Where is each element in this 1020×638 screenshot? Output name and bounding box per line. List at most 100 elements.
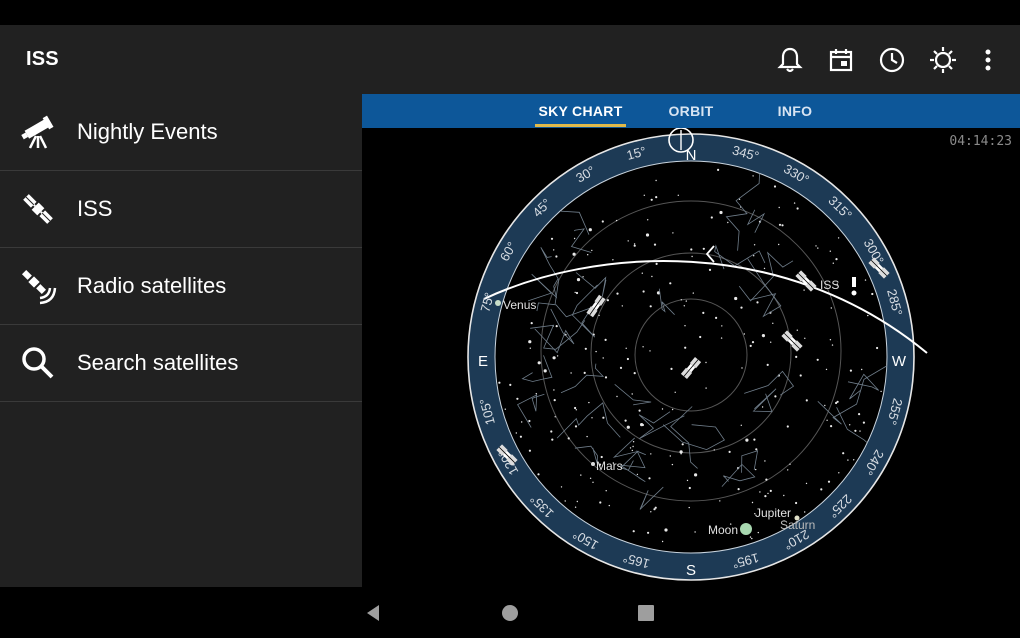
star [671, 463, 674, 466]
tab-sky-chart[interactable]: SKY CHART [535, 103, 626, 127]
star [583, 371, 586, 374]
star [574, 406, 577, 410]
star [550, 430, 553, 433]
nav-item-radio-satellites[interactable]: Radio satellites [0, 248, 362, 325]
star [804, 511, 806, 513]
star [849, 369, 852, 372]
star [638, 409, 641, 412]
star [824, 404, 826, 407]
telescope-icon [18, 112, 58, 152]
star [684, 325, 686, 327]
star [575, 291, 579, 295]
iss-label: ISS [820, 278, 839, 292]
star [589, 477, 592, 479]
star [683, 305, 685, 307]
compass-e: E [478, 353, 488, 370]
star [796, 207, 799, 210]
star [599, 501, 602, 504]
star [854, 429, 857, 432]
star [575, 409, 577, 411]
star [829, 339, 832, 341]
star [769, 489, 772, 492]
home-icon[interactable] [499, 602, 521, 624]
star [537, 473, 540, 476]
star [588, 228, 592, 232]
star [862, 421, 865, 424]
star [686, 479, 689, 482]
star [751, 537, 753, 540]
star [803, 289, 805, 291]
star [787, 469, 789, 471]
star [608, 504, 610, 507]
nav-label: ISS [77, 196, 113, 221]
star [829, 250, 831, 252]
star [576, 278, 581, 282]
star [858, 413, 861, 416]
star [864, 279, 867, 281]
back-icon[interactable] [362, 602, 384, 624]
tab-orbit[interactable]: ORBIT [660, 103, 722, 119]
star [498, 381, 501, 384]
star [783, 494, 785, 497]
star [650, 453, 652, 455]
bell-icon[interactable] [775, 45, 805, 75]
star [871, 292, 874, 296]
star [789, 463, 791, 465]
star [653, 508, 656, 511]
tab-info[interactable]: INFO [767, 103, 823, 119]
brightness-icon[interactable] [928, 45, 958, 75]
star [655, 196, 658, 199]
star [629, 447, 632, 449]
star [632, 530, 635, 533]
sky-chart[interactable]: 04:14:23 N E S W 15° 30° 45° 60° 75° 105° 120°… [362, 128, 1020, 587]
venus-marker[interactable] [495, 300, 501, 306]
star [719, 210, 723, 215]
star [826, 419, 828, 421]
satellite-icon [18, 189, 58, 229]
star [728, 450, 731, 453]
star [757, 531, 759, 534]
star [827, 480, 831, 483]
star [692, 292, 694, 294]
star [574, 506, 577, 508]
star [504, 408, 506, 410]
star [633, 243, 636, 245]
star [587, 254, 589, 256]
star [570, 372, 572, 374]
star [713, 449, 715, 451]
star [796, 329, 798, 331]
more-vert-icon[interactable] [973, 45, 1003, 75]
star [645, 233, 650, 237]
calendar-icon[interactable] [826, 45, 856, 75]
star [574, 425, 578, 428]
moon-marker[interactable] [740, 523, 752, 535]
star [537, 361, 541, 365]
star [528, 340, 532, 344]
star [648, 477, 651, 480]
nav-item-search-satellites[interactable]: Search satellites [0, 325, 362, 402]
mars-marker[interactable] [591, 462, 595, 466]
star [763, 267, 766, 270]
star [606, 299, 609, 302]
star [759, 491, 761, 493]
star [650, 198, 653, 201]
star [604, 376, 608, 379]
clock-icon[interactable] [877, 45, 907, 75]
star [756, 301, 759, 304]
star [615, 219, 618, 222]
star [679, 450, 683, 454]
star [737, 488, 740, 491]
sky-chart-canvas[interactable]: N E S W 15°30°45°60°75°105°120°135°150°1… [362, 128, 1020, 587]
star [734, 296, 738, 301]
recents-icon[interactable] [635, 602, 657, 624]
nav-item-nightly-events[interactable]: Nightly Events [0, 94, 362, 171]
star [820, 488, 823, 491]
star [773, 185, 777, 188]
star [550, 237, 554, 240]
star [669, 455, 671, 457]
nav-item-iss[interactable]: ISS [0, 171, 362, 248]
search-icon [18, 343, 58, 383]
star [859, 430, 861, 432]
nav-label: Radio satellites [77, 273, 227, 298]
star [684, 346, 687, 349]
